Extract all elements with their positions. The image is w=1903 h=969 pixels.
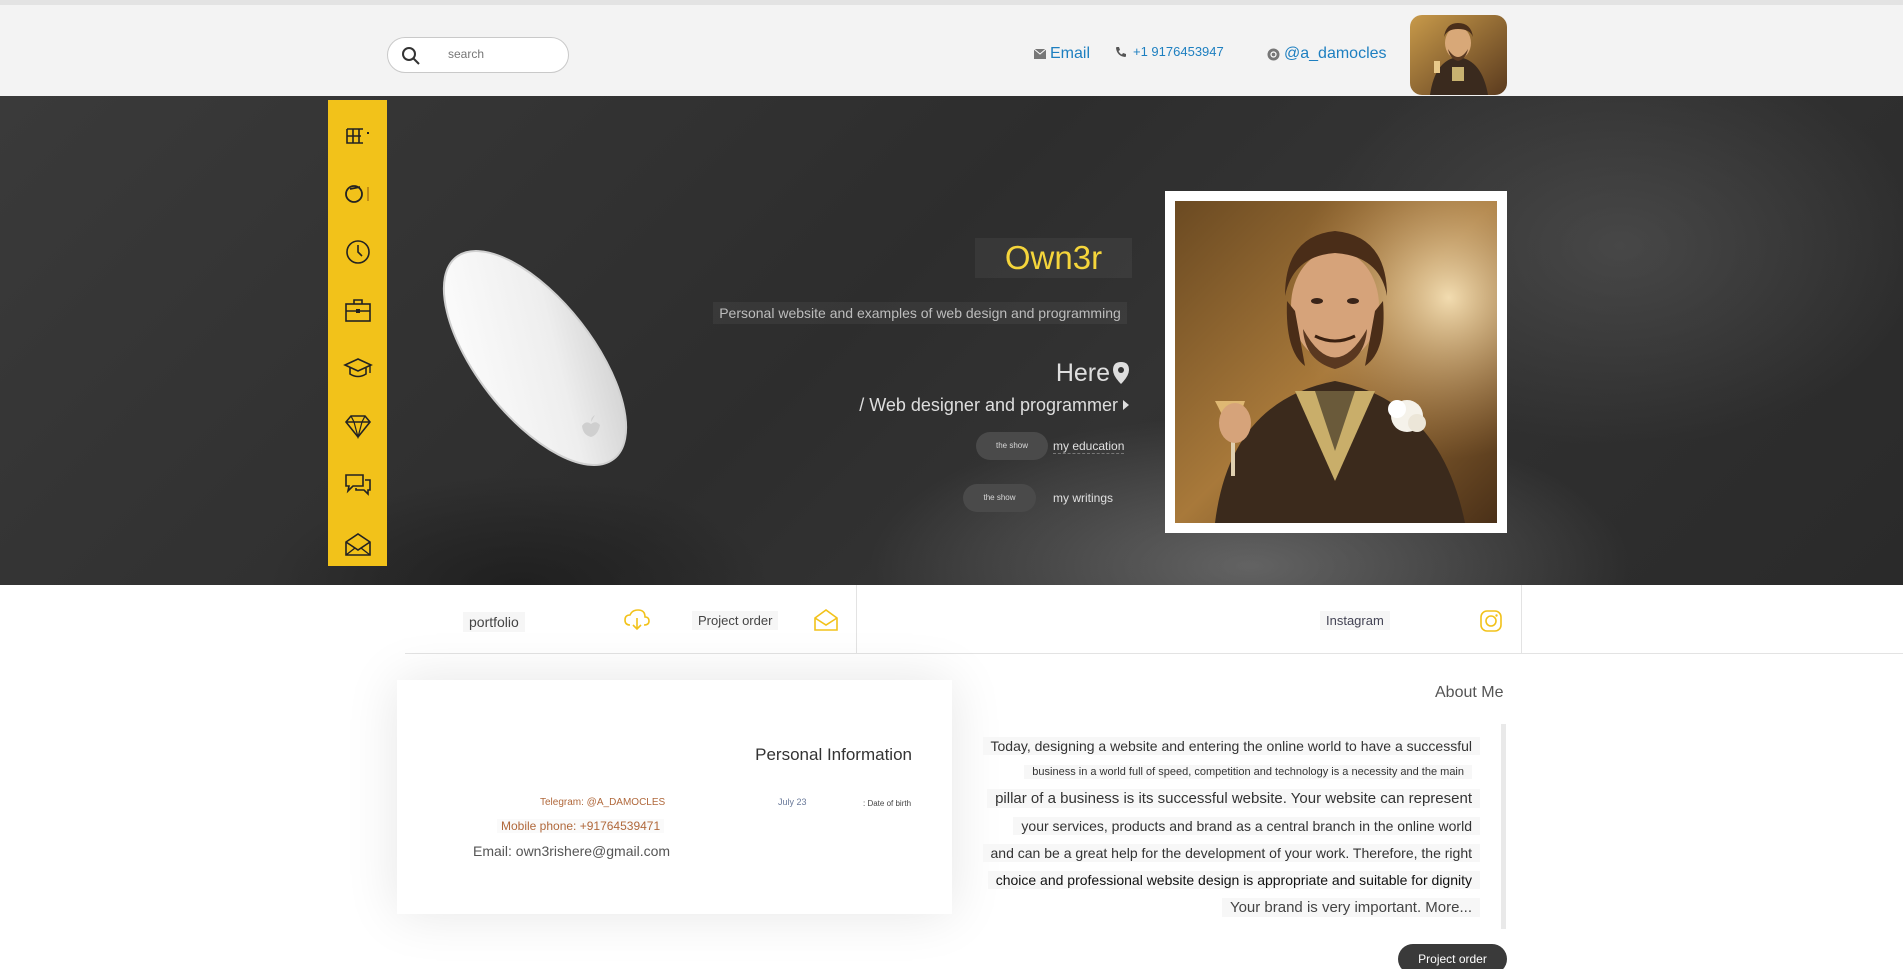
personal-info-title: Personal Information: [755, 745, 912, 764]
map-pin-icon: [1113, 362, 1129, 384]
tabs-row: portfolio Project order Instagram: [405, 585, 1903, 654]
sidebar-item-testimonials[interactable]: [342, 468, 374, 500]
sidebar-item-history[interactable]: [342, 236, 374, 268]
search-box[interactable]: [387, 37, 569, 73]
search-input[interactable]: [448, 47, 548, 61]
writings-show-button[interactable]: the show: [963, 484, 1036, 512]
role-heading: / Web designer and programmer: [840, 394, 1130, 416]
avatar[interactable]: [1410, 15, 1507, 95]
instagram-icon: [345, 185, 369, 203]
clock-icon: [346, 240, 370, 264]
hero-section: Own3r Personal website and examples of w…: [0, 96, 1903, 585]
sidebar-item-menu[interactable]: [342, 120, 374, 152]
location-text: Here: [1055, 358, 1110, 387]
profile-photo-image: [1175, 201, 1497, 523]
education-label: my education: [1053, 439, 1125, 454]
phone-icon: [1116, 46, 1126, 57]
menu-icon: [346, 128, 369, 144]
envelope-icon: [1034, 49, 1046, 59]
profile-photo: [1165, 191, 1507, 533]
about-accent-bar: [1501, 724, 1506, 929]
telegram-value: Telegram: @A_DAMOCLES: [540, 797, 666, 808]
sidebar-item-work[interactable]: [342, 294, 374, 326]
about-line: pillar of a business is its successful w…: [987, 789, 1480, 808]
cloud-download-icon[interactable]: [624, 609, 650, 631]
mobile-value: Mobile phone: +91764539471: [497, 819, 665, 833]
instagram-icon[interactable]: [1479, 609, 1503, 633]
tab-project-order[interactable]: Project order: [692, 611, 779, 630]
sidebar-item-instagram[interactable]: [342, 178, 374, 210]
envelope-icon: [345, 533, 371, 556]
caret-right-icon: [1123, 400, 1129, 410]
project-order-button[interactable]: Project order: [1398, 944, 1507, 969]
top-bar: Email +1 9176453947 @a_damocles: [0, 0, 1903, 96]
instagram-link[interactable]: @a_damocles: [1267, 45, 1387, 63]
email-link[interactable]: Email: [1034, 45, 1090, 63]
instagram-label: @a_damocles: [1284, 45, 1387, 62]
mouse-image: [442, 250, 628, 466]
tab-portfolio[interactable]: portfolio: [463, 612, 525, 632]
email-label: Email: [1050, 45, 1091, 62]
about-line: business in a world full of speed, compe…: [1024, 765, 1472, 779]
role-text: / Web designer and programmer: [859, 394, 1118, 415]
phone-link[interactable]: +1 9176453947: [1115, 44, 1224, 59]
avatar-image: [1410, 15, 1507, 95]
phone-label: +1 9176453947: [1133, 44, 1224, 59]
tab-divider: [1521, 585, 1522, 654]
about-title: About Me: [1435, 684, 1504, 701]
tab-divider: [856, 585, 857, 654]
instagram-icon: [1267, 48, 1280, 60]
writings-label: my writings: [1053, 491, 1114, 505]
about-line: and can be a great help for the developm…: [982, 844, 1480, 862]
briefcase-icon: [345, 299, 371, 322]
sidebar-item-skills[interactable]: [342, 410, 374, 442]
email-value: Email: own3rishere@gmail.com: [473, 843, 671, 859]
chat-icon: [345, 474, 371, 496]
about-line: your services, products and brand as a c…: [1013, 817, 1480, 835]
sidebar-item-education[interactable]: [342, 352, 374, 384]
about-line: Today, designing a website and entering …: [982, 737, 1480, 755]
envelope-open-icon[interactable]: [813, 608, 839, 632]
about-more-link[interactable]: Your brand is very important. More...: [1221, 898, 1480, 917]
dob-label: : Date of birth: [863, 799, 912, 808]
dob-value: July 23: [778, 797, 807, 807]
location-heading: Here: [1000, 358, 1130, 388]
personal-info-card: Personal Information Telegram: @A_DAMOCL…: [397, 680, 952, 914]
education-show-button[interactable]: the show: [976, 432, 1048, 460]
brand-title: Own3r: [975, 238, 1132, 278]
sidebar-nav: [328, 100, 387, 566]
sidebar-item-contact[interactable]: [342, 528, 374, 560]
tab-instagram[interactable]: Instagram: [1320, 611, 1390, 630]
about-line: choice and professional website design i…: [987, 871, 1480, 889]
graduation-cap-icon: [343, 358, 373, 378]
diamond-icon: [344, 415, 372, 439]
search-icon: [402, 47, 420, 65]
brand-tagline: Personal website and examples of web des…: [713, 302, 1127, 324]
